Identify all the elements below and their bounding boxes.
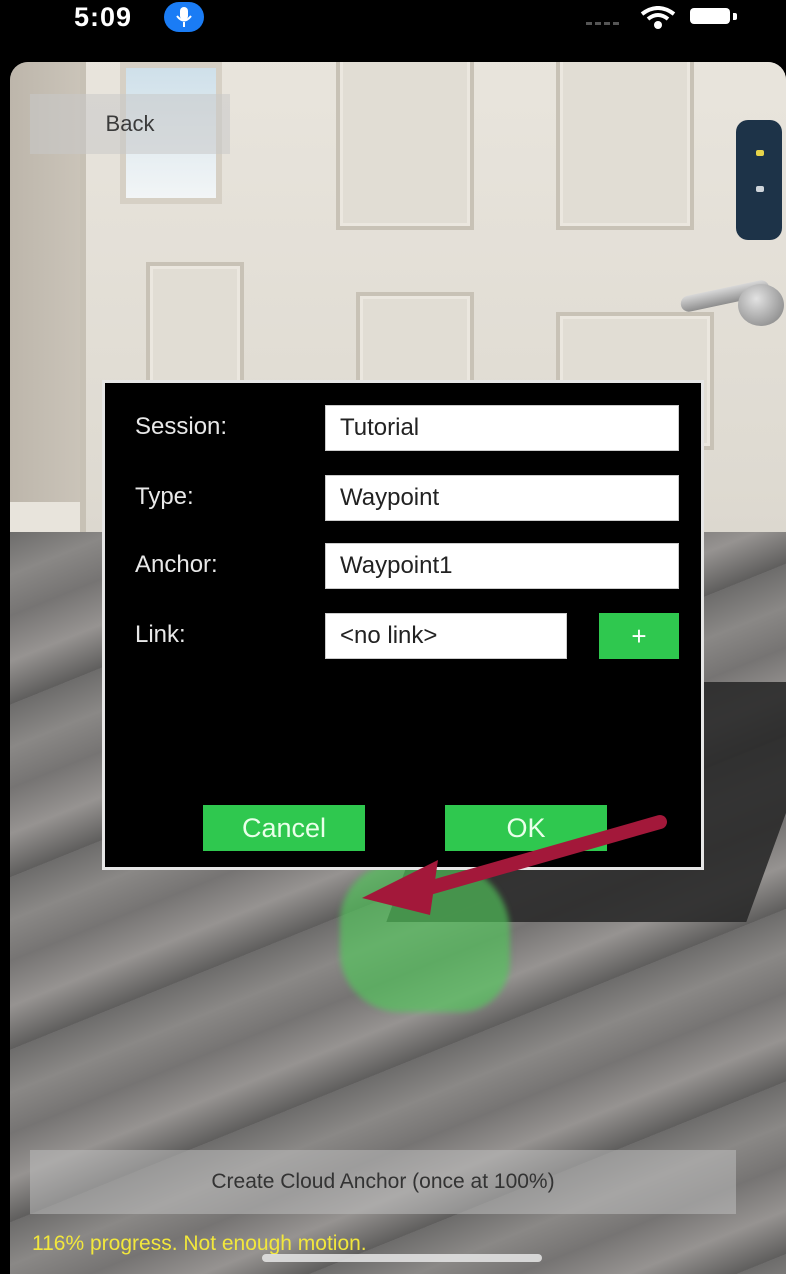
- door-panel: [336, 62, 474, 230]
- door-panel: [556, 62, 694, 230]
- add-link-button[interactable]: +: [599, 613, 679, 659]
- anchor-dialog: Session: Tutorial Type: Waypoint Anchor:…: [102, 380, 704, 870]
- door-knob: [738, 284, 784, 326]
- mic-icon: [164, 2, 204, 32]
- anchor-marker: [340, 862, 510, 1012]
- anchor-field[interactable]: Waypoint1: [325, 543, 679, 589]
- progress-status-text: 116% progress. Not enough motion.: [32, 1232, 367, 1255]
- lock-indicator: [756, 186, 764, 192]
- session-field[interactable]: Tutorial: [325, 405, 679, 451]
- type-label: Type:: [135, 483, 194, 510]
- ok-button[interactable]: OK: [445, 805, 607, 851]
- status-bar: 5:09: [0, 0, 786, 44]
- smart-lock-icon: [736, 120, 782, 240]
- link-label: Link:: [135, 621, 186, 648]
- signal-icon: [586, 12, 626, 31]
- session-label: Session:: [135, 413, 228, 440]
- create-cloud-anchor-button[interactable]: Create Cloud Anchor (once at 100%): [30, 1150, 736, 1214]
- status-time: 5:09: [74, 2, 133, 32]
- lock-indicator: [756, 150, 764, 156]
- wifi-icon: [640, 6, 676, 35]
- battery-tip: [733, 13, 737, 20]
- link-field[interactable]: <no link>: [325, 613, 567, 659]
- cancel-button[interactable]: Cancel: [203, 805, 365, 851]
- type-field[interactable]: Waypoint: [325, 475, 679, 521]
- back-button[interactable]: Back: [30, 94, 230, 154]
- home-indicator[interactable]: [262, 1254, 542, 1262]
- anchor-label: Anchor:: [135, 551, 218, 578]
- battery-icon: [690, 8, 730, 24]
